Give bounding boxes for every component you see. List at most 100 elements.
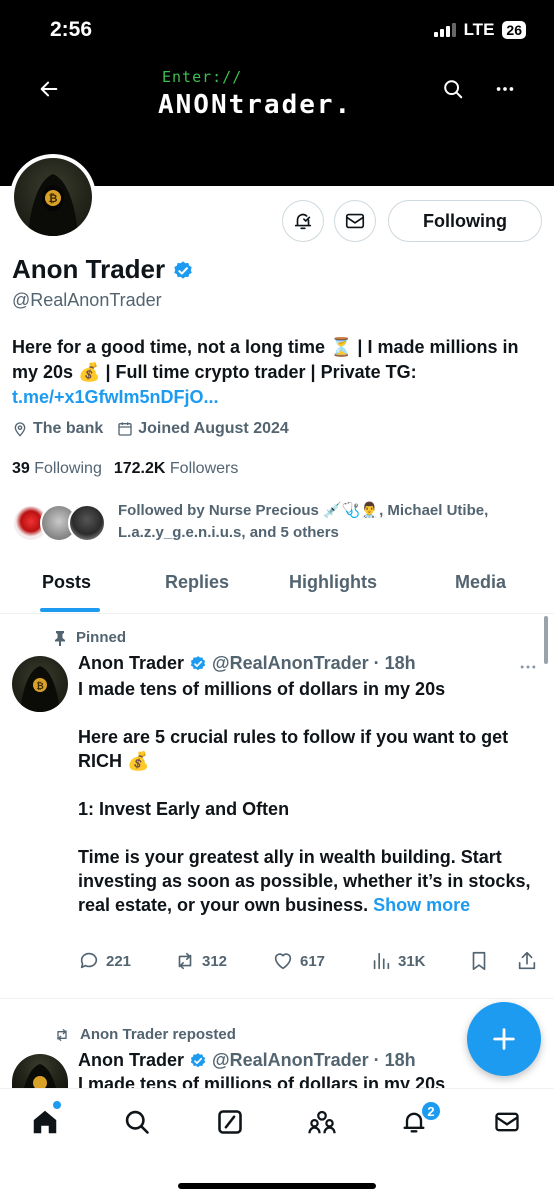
tab-media[interactable]: Media (455, 572, 506, 593)
heart-icon (274, 953, 292, 970)
reply-count: 221 (106, 952, 132, 970)
post-handle-time: @RealAnonTrader · 18h (212, 1050, 416, 1070)
repost-indicator: Anon Trader reposted (54, 1026, 236, 1043)
tab-posts[interactable]: Posts (42, 572, 91, 593)
post-author-avatar[interactable] (12, 1054, 68, 1088)
profile-handle: @RealAnonTrader (12, 290, 162, 310)
reply-button[interactable]: 221 (78, 950, 131, 972)
plus-icon (493, 1028, 515, 1050)
svg-text:₿: ₿ (36, 681, 43, 692)
notifications-badge: 2 (420, 1100, 442, 1122)
search-icon[interactable] (436, 72, 470, 106)
verified-icon (190, 656, 206, 671)
follow-stats: 39 Following 172.2K Followers (12, 460, 238, 478)
bell-check-icon (294, 213, 312, 230)
verified-icon (174, 261, 193, 279)
bio-text: Here for a good time, not a long time ⏳ … (12, 337, 519, 382)
repost-button[interactable]: 312 (174, 950, 227, 972)
following-stat[interactable]: 39 Following (12, 460, 102, 478)
post-handle-time: @RealAnonTrader · 18h (212, 653, 416, 673)
share-icon (518, 951, 536, 970)
post-paragraph-last: Time is your greatest ally in wealth bui… (78, 845, 538, 917)
repost-icon (57, 1028, 67, 1041)
show-more-link[interactable]: Show more (373, 895, 470, 915)
more-icon[interactable] (488, 72, 522, 106)
post-paragraph: 1: Invest Early and Often (78, 799, 290, 819)
scrollbar[interactable] (544, 616, 548, 664)
location-text: The bank (33, 420, 104, 437)
views-button[interactable]: 31K (370, 950, 426, 972)
like-button[interactable]: 617 (272, 950, 325, 972)
nav-search[interactable] (120, 1105, 154, 1139)
post-header: Anon Trader @RealAnonTrader · 18h (78, 1050, 416, 1071)
bio-link[interactable]: t.me/+x1GfwIm5nDFjO... (12, 387, 219, 407)
following-label: Following (34, 460, 102, 477)
share-button[interactable] (516, 950, 538, 972)
back-icon[interactable] (32, 72, 66, 106)
tab-replies[interactable]: Replies (165, 572, 229, 593)
views-icon (373, 952, 390, 970)
profile-bio: Here for a good time, not a long time ⏳ … (12, 335, 542, 410)
post-author-name[interactable]: Anon Trader (78, 653, 184, 673)
nav-home[interactable] (28, 1105, 62, 1139)
active-tab-indicator (40, 608, 100, 612)
followed-by-row[interactable]: Followed by Nurse Precious 💉🩺👨‍⚕️, Micha… (12, 498, 542, 548)
following-count: 39 (12, 460, 30, 477)
banner-line2: ANONtrader. (158, 90, 353, 120)
home-unread-dot (53, 1101, 61, 1109)
following-button[interactable]: Following (388, 200, 542, 242)
home-icon (33, 1110, 57, 1134)
followed-by-text: Followed by Nurse Precious 💉🩺👨‍⚕️, Micha… (118, 502, 489, 541)
communities-icon (308, 1110, 336, 1134)
post-divider (0, 998, 554, 999)
bookmark-button[interactable] (468, 950, 490, 972)
post-author-avatar[interactable]: ₿ (12, 656, 68, 712)
banner-line1: Enter:// (162, 68, 243, 86)
post-header: Anon Trader @RealAnonTrader · 18h (78, 653, 416, 674)
message-button[interactable] (334, 200, 376, 242)
like-count: 617 (300, 952, 326, 970)
profile-banner: 2:56 LTE 26 Enter:// ANONtrader. (0, 0, 554, 186)
compose-button[interactable] (467, 1002, 541, 1076)
post-paragraph: Here are 5 crucial rules to follow if yo… (78, 727, 509, 771)
nav-communities[interactable] (305, 1105, 339, 1139)
post-body: I made tens of millions of dollars in my… (78, 677, 538, 917)
post-author-name[interactable]: Anon Trader (78, 1050, 184, 1070)
profile-name: Anon Trader (12, 254, 194, 285)
repost-label: Anon Trader reposted (80, 1026, 236, 1043)
followers-stat[interactable]: 172.2K Followers (114, 460, 239, 478)
repost-icon (178, 952, 192, 970)
views-count: 31K (398, 952, 426, 970)
followers-count: 172.2K (113, 460, 166, 477)
status-indicators: LTE 26 (433, 20, 526, 40)
signal-icon (433, 23, 456, 37)
search-icon (125, 1110, 149, 1134)
pinned-indicator: Pinned (54, 629, 126, 646)
tab-highlights[interactable]: Highlights (289, 572, 377, 593)
joined-text: Joined August 2024 (138, 420, 289, 437)
repost-count: 312 (202, 952, 228, 970)
svg-text:₿: ₿ (49, 192, 58, 205)
envelope-icon (345, 213, 365, 229)
pinned-label: Pinned (76, 629, 127, 646)
calendar-icon (118, 422, 132, 436)
follower-avatar (68, 504, 106, 542)
verified-icon (190, 1053, 206, 1068)
pin-icon (55, 630, 65, 646)
home-indicator (178, 1183, 376, 1189)
profile-meta: The bank Joined August 2024 (12, 420, 289, 438)
nav-messages[interactable] (490, 1105, 524, 1139)
bookmark-icon (472, 951, 486, 971)
post-actions: 221 312 617 31K (78, 950, 540, 978)
profile-name-text: Anon Trader (12, 254, 166, 284)
envelope-icon (495, 1112, 519, 1132)
grok-icon (218, 1110, 242, 1134)
profile-avatar[interactable]: ₿ (10, 154, 96, 240)
notify-bell-button[interactable] (282, 200, 324, 242)
profile-tabs: Posts Replies Highlights Media (0, 560, 554, 614)
reply-icon (80, 952, 98, 969)
nav-grok[interactable] (213, 1105, 247, 1139)
followers-label: Followers (169, 460, 239, 477)
location-icon (14, 422, 26, 437)
battery-icon: 26 (502, 21, 526, 39)
